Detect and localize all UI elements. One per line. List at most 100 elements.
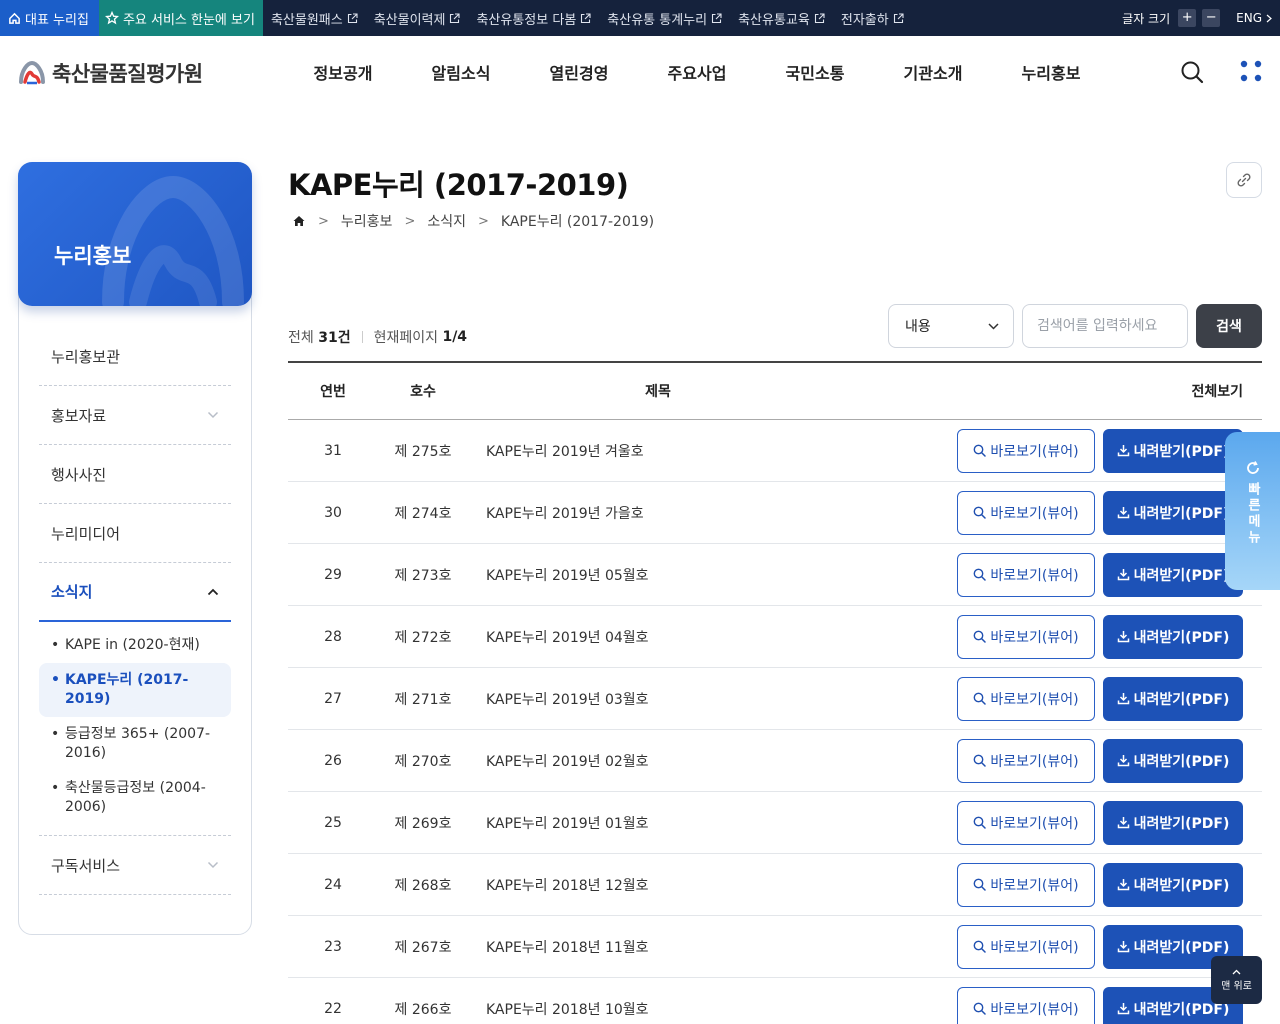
view-online-button[interactable]: 바로보기(뷰어) — [957, 676, 1095, 721]
external-link-icon — [814, 12, 825, 23]
site-logo[interactable]: 축산물품질평가원 — [18, 58, 203, 88]
cell-no: 26 — [324, 752, 342, 769]
search-type-select[interactable]: 내용 — [888, 304, 1014, 348]
nav-item-5[interactable]: 기관소개 — [874, 60, 992, 84]
chevron-right-icon: > — [477, 213, 489, 229]
external-link-2[interactable]: 축산유통정보 다봄 — [468, 9, 599, 28]
view-online-label: 바로보기(뷰어) — [990, 815, 1079, 832]
download-pdf-label: 내려받기(PDF) — [1133, 691, 1230, 708]
header-no: 연번 — [320, 384, 346, 400]
side-nav-item-event-photos[interactable]: 행사사진 — [39, 445, 231, 504]
side-nav-item-label: 누리미디어 — [51, 524, 121, 543]
view-online-label: 바로보기(뷰어) — [990, 505, 1079, 522]
download-pdf-button[interactable]: 내려받기(PDF) — [1103, 862, 1243, 907]
view-online-label: 바로보기(뷰어) — [990, 691, 1079, 708]
home-icon[interactable] — [292, 214, 306, 228]
side-nav-item-newsletter[interactable]: 소식지 — [39, 563, 231, 622]
download-pdf-button[interactable]: 내려받기(PDF) — [1103, 490, 1243, 535]
submenu-item-grade-info-2004[interactable]: • 축산물등급정보 (2004-2006) — [39, 771, 231, 825]
submenu-item-kape-in[interactable]: • KAPE in (2020-현재) — [39, 628, 231, 663]
all-menu-button[interactable] — [1240, 60, 1262, 82]
side-nav-item-media[interactable]: 누리미디어 — [39, 504, 231, 563]
download-pdf-button[interactable]: 내려받기(PDF) — [1103, 614, 1243, 659]
side-nav-item-subscription[interactable]: 구독서비스 — [39, 836, 231, 895]
table-row: 23 제 267호 KAPE누리 2018년 11월호 바로보기(뷰어) 내려받기(PD… — [288, 916, 1262, 978]
header-view: 전체보기 — [1191, 384, 1243, 400]
download-pdf-button[interactable]: 내려받기(PDF) — [1103, 428, 1243, 473]
view-online-button[interactable]: 바로보기(뷰어) — [957, 614, 1095, 659]
view-online-label: 바로보기(뷰어) — [990, 629, 1079, 646]
submenu-item-kape-nuri[interactable]: • KAPE누리 (2017-2019) — [39, 663, 231, 717]
back-to-top-button[interactable]: 맨 위로 — [1211, 956, 1262, 1004]
cell-issue: 제 273호 — [394, 567, 452, 584]
view-online-label: 바로보기(뷰어) — [990, 567, 1079, 584]
side-nav-item-promo-hall[interactable]: 누리홍보관 — [39, 327, 231, 386]
side-nav-item-label: 소식지 — [51, 583, 93, 601]
nav-item-3[interactable]: 주요사업 — [638, 60, 756, 84]
view-online-button[interactable]: 바로보기(뷰어) — [957, 552, 1095, 597]
view-online-button[interactable]: 바로보기(뷰어) — [957, 986, 1095, 1024]
download-pdf-button[interactable]: 내려받기(PDF) — [1103, 676, 1243, 721]
download-pdf-button[interactable]: 내려받기(PDF) — [1103, 738, 1243, 783]
search-button[interactable] — [1180, 60, 1204, 84]
share-link-button[interactable] — [1226, 162, 1262, 198]
cell-title: KAPE누리 2019년 04월호 — [486, 629, 649, 646]
english-site-link[interactable]: ENG — [1236, 11, 1272, 25]
view-online-button[interactable]: 바로보기(뷰어) — [957, 490, 1095, 535]
cell-no: 30 — [324, 504, 342, 521]
quick-menu-button[interactable]: 빠른메뉴 — [1225, 432, 1280, 590]
chevron-up-icon — [1232, 969, 1241, 974]
view-online-button[interactable]: 바로보기(뷰어) — [957, 428, 1095, 473]
side-nav-item-label: 행사사진 — [51, 465, 107, 484]
magnifier-icon — [973, 506, 987, 519]
external-link-1[interactable]: 축산물이력제 — [366, 9, 469, 28]
cell-no: 27 — [324, 690, 342, 707]
table-row: 26 제 270호 KAPE누리 2019년 02월호 바로보기(뷰어) 내려받기(PD… — [288, 730, 1262, 792]
download-pdf-button[interactable]: 내려받기(PDF) — [1103, 800, 1243, 845]
magnifier-icon — [973, 878, 987, 891]
search-input[interactable] — [1022, 304, 1188, 348]
nav-item-6[interactable]: 누리홍보 — [992, 60, 1110, 84]
download-pdf-button[interactable]: 내려받기(PDF) — [1103, 552, 1243, 597]
submenu-item-label: 축산물등급정보 (2004-2006) — [65, 780, 206, 815]
refresh-icon — [1246, 461, 1259, 474]
nav-item-4[interactable]: 국민소통 — [756, 60, 874, 84]
download-icon — [1117, 1003, 1129, 1015]
home-site-link[interactable]: 대표 누리집 — [0, 0, 99, 36]
view-online-label: 바로보기(뷰어) — [990, 753, 1079, 770]
view-online-button[interactable]: 바로보기(뷰어) — [957, 800, 1095, 845]
view-online-button[interactable]: 바로보기(뷰어) — [957, 924, 1095, 969]
nav-item-0[interactable]: 정보공개 — [284, 60, 402, 84]
search-submit-button[interactable]: 검색 — [1196, 304, 1262, 348]
download-pdf-label: 내려받기(PDF) — [1133, 939, 1230, 956]
view-online-button[interactable]: 바로보기(뷰어) — [957, 862, 1095, 907]
cell-actions: 바로보기(뷰어) 내려받기(PDF) — [838, 552, 1262, 597]
font-increase-button[interactable]: + — [1178, 9, 1197, 27]
cell-no: 25 — [324, 814, 342, 831]
breadcrumb-item[interactable]: 소식지 — [427, 211, 466, 231]
external-link-4[interactable]: 축산유통교육 — [730, 9, 833, 28]
submenu-item-grade-info-365[interactable]: • 등급정보 365+ (2007-2016) — [39, 717, 231, 771]
side-nav-item-promo-materials[interactable]: 홍보자료 — [39, 386, 231, 445]
cell-title: KAPE누리 2018년 12월호 — [486, 877, 649, 894]
chevron-right-icon: > — [404, 213, 416, 229]
site-header: 축산물품질평가원 정보공개 알림소식 열린경영 주요사업 국민소통 기관소개 누리홍보 — [0, 36, 1280, 108]
nav-item-1[interactable]: 알림소식 — [402, 60, 520, 84]
external-links: 축산물원패스 축산물이력제 축산유통정보 다봄 축산유통 통계누리 축산유통교육 전자출하 — [263, 0, 912, 36]
view-online-button[interactable]: 바로보기(뷰어) — [957, 738, 1095, 783]
external-link-5[interactable]: 전자출하 — [833, 9, 912, 28]
cell-title: KAPE누리 2019년 01월호 — [486, 815, 649, 832]
external-link-0[interactable]: 축산물원패스 — [263, 9, 366, 28]
magnifier-icon — [973, 754, 987, 767]
table-row: 27 제 271호 KAPE누리 2019년 03월호 바로보기(뷰어) 내려받기(PD… — [288, 668, 1262, 730]
cell-title: KAPE누리 2019년 가을호 — [486, 505, 644, 522]
font-decrease-button[interactable]: − — [1202, 9, 1221, 27]
page-title: KAPE누리 (2017-2019) — [288, 168, 629, 202]
page-value: 1/4 — [442, 329, 468, 345]
breadcrumb-item[interactable]: 누리홍보 — [341, 211, 393, 231]
download-icon — [1117, 817, 1129, 829]
download-icon — [1117, 445, 1129, 457]
nav-item-2[interactable]: 열린경영 — [520, 60, 638, 84]
main-services-button[interactable]: 주요 서비스 한눈에 보기 — [98, 0, 263, 36]
external-link-3[interactable]: 축산유통 통계누리 — [599, 9, 730, 28]
